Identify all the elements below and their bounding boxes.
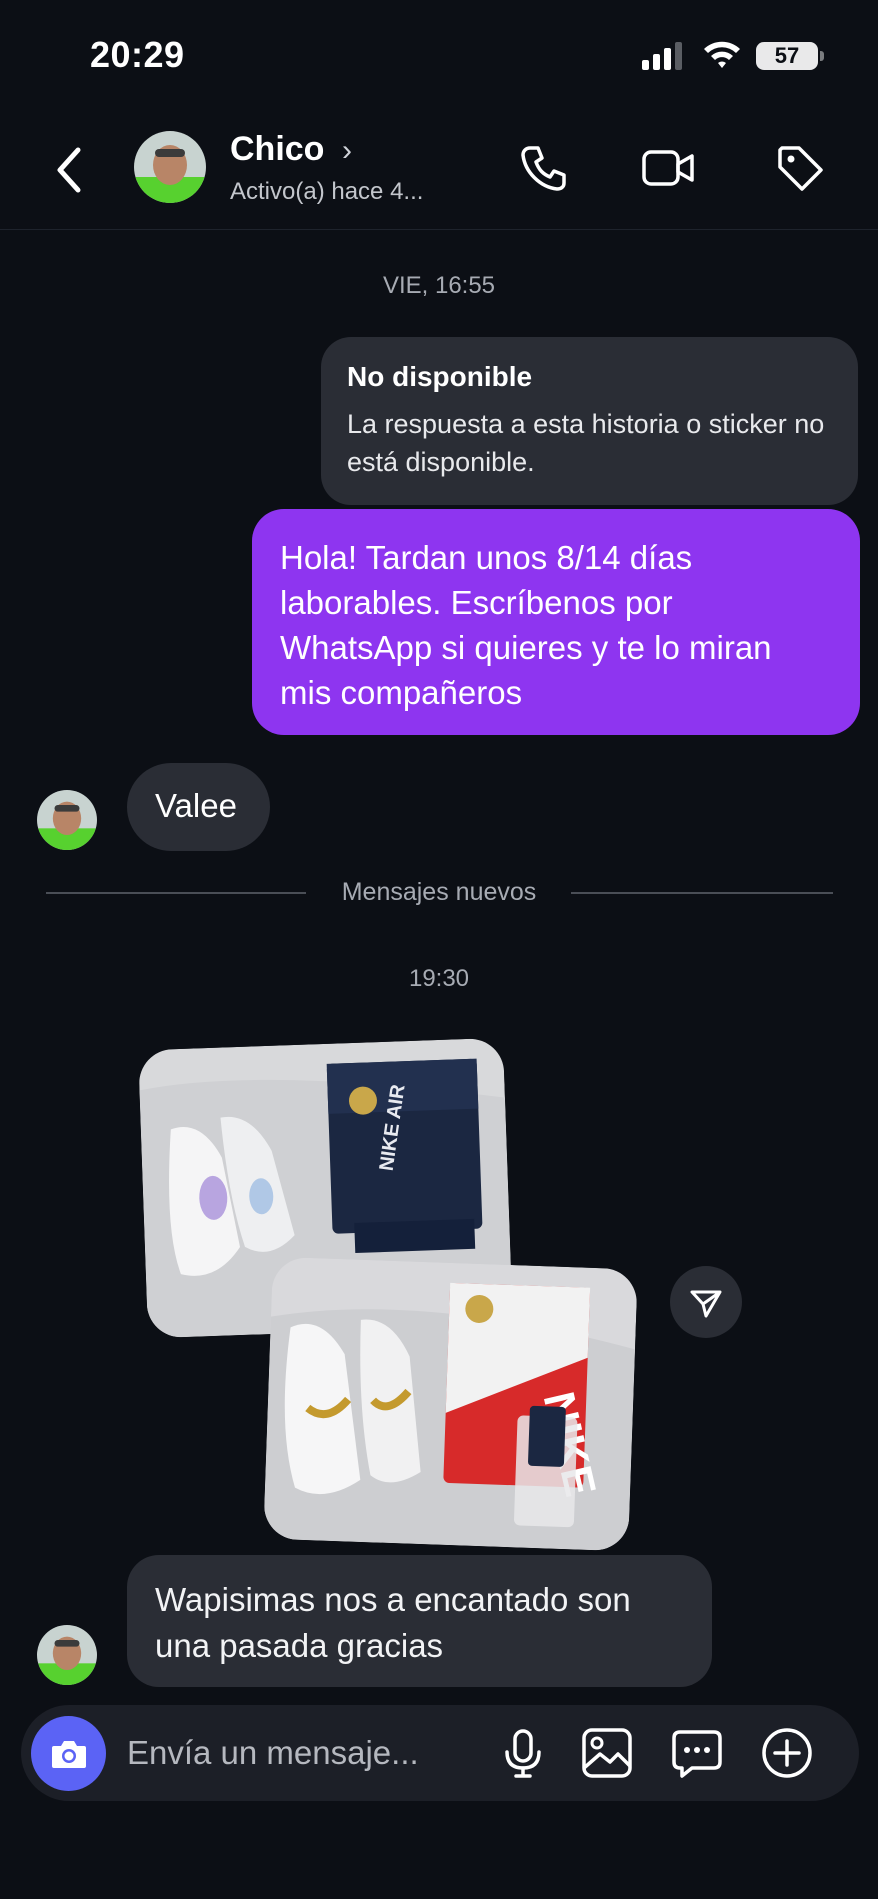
message-input[interactable] bbox=[127, 1730, 457, 1776]
camera-button[interactable] bbox=[31, 1716, 106, 1791]
unavailable-title: No disponible bbox=[347, 361, 533, 392]
header-divider bbox=[0, 229, 878, 230]
gallery-icon[interactable] bbox=[580, 1726, 634, 1780]
photo-message-2[interactable]: NIKE bbox=[263, 1256, 638, 1552]
divider-line-right bbox=[571, 892, 833, 894]
contact-avatar-small[interactable] bbox=[37, 1625, 97, 1685]
add-icon[interactable] bbox=[760, 1726, 814, 1780]
phone-icon[interactable] bbox=[516, 140, 572, 196]
received-message-bubble[interactable]: Wapisimas nos a encantado son una pasada… bbox=[127, 1555, 712, 1687]
unavailable-reply-bubble: No disponible La respuesta a esta histor… bbox=[321, 337, 858, 505]
sent-message-bubble[interactable]: Hola! Tardan unos 8/14 días laborables. … bbox=[252, 509, 860, 735]
received-message-bubble[interactable]: Valee bbox=[127, 763, 270, 851]
back-button[interactable] bbox=[50, 140, 90, 200]
contact-avatar-small[interactable] bbox=[37, 790, 97, 850]
camera-icon bbox=[51, 1740, 86, 1768]
signal-icon bbox=[642, 42, 682, 70]
new-messages-label: Mensajes nuevos bbox=[341, 878, 537, 906]
divider-line-left bbox=[46, 892, 306, 894]
battery-indicator: 57 bbox=[756, 42, 818, 70]
contact-name[interactable]: Chico bbox=[230, 130, 324, 169]
share-button[interactable] bbox=[670, 1266, 742, 1338]
timestamp: VIE, 16:55 bbox=[382, 272, 496, 299]
sticker-icon[interactable] bbox=[670, 1726, 724, 1780]
wifi-icon bbox=[704, 41, 740, 68]
tag-icon[interactable] bbox=[772, 140, 828, 196]
battery-tip bbox=[820, 51, 824, 61]
chevron-right-icon[interactable]: › bbox=[342, 134, 352, 168]
status-time: 20:29 bbox=[90, 34, 185, 75]
contact-avatar[interactable] bbox=[134, 131, 206, 203]
contact-status: Activo(a) hace 4... bbox=[230, 178, 424, 205]
microphone-icon[interactable] bbox=[496, 1726, 550, 1780]
timestamp: 19:30 bbox=[408, 965, 470, 992]
video-call-icon[interactable] bbox=[640, 140, 696, 196]
send-icon bbox=[690, 1290, 722, 1318]
unavailable-body: La respuesta a esta historia o sticker n… bbox=[347, 409, 825, 477]
